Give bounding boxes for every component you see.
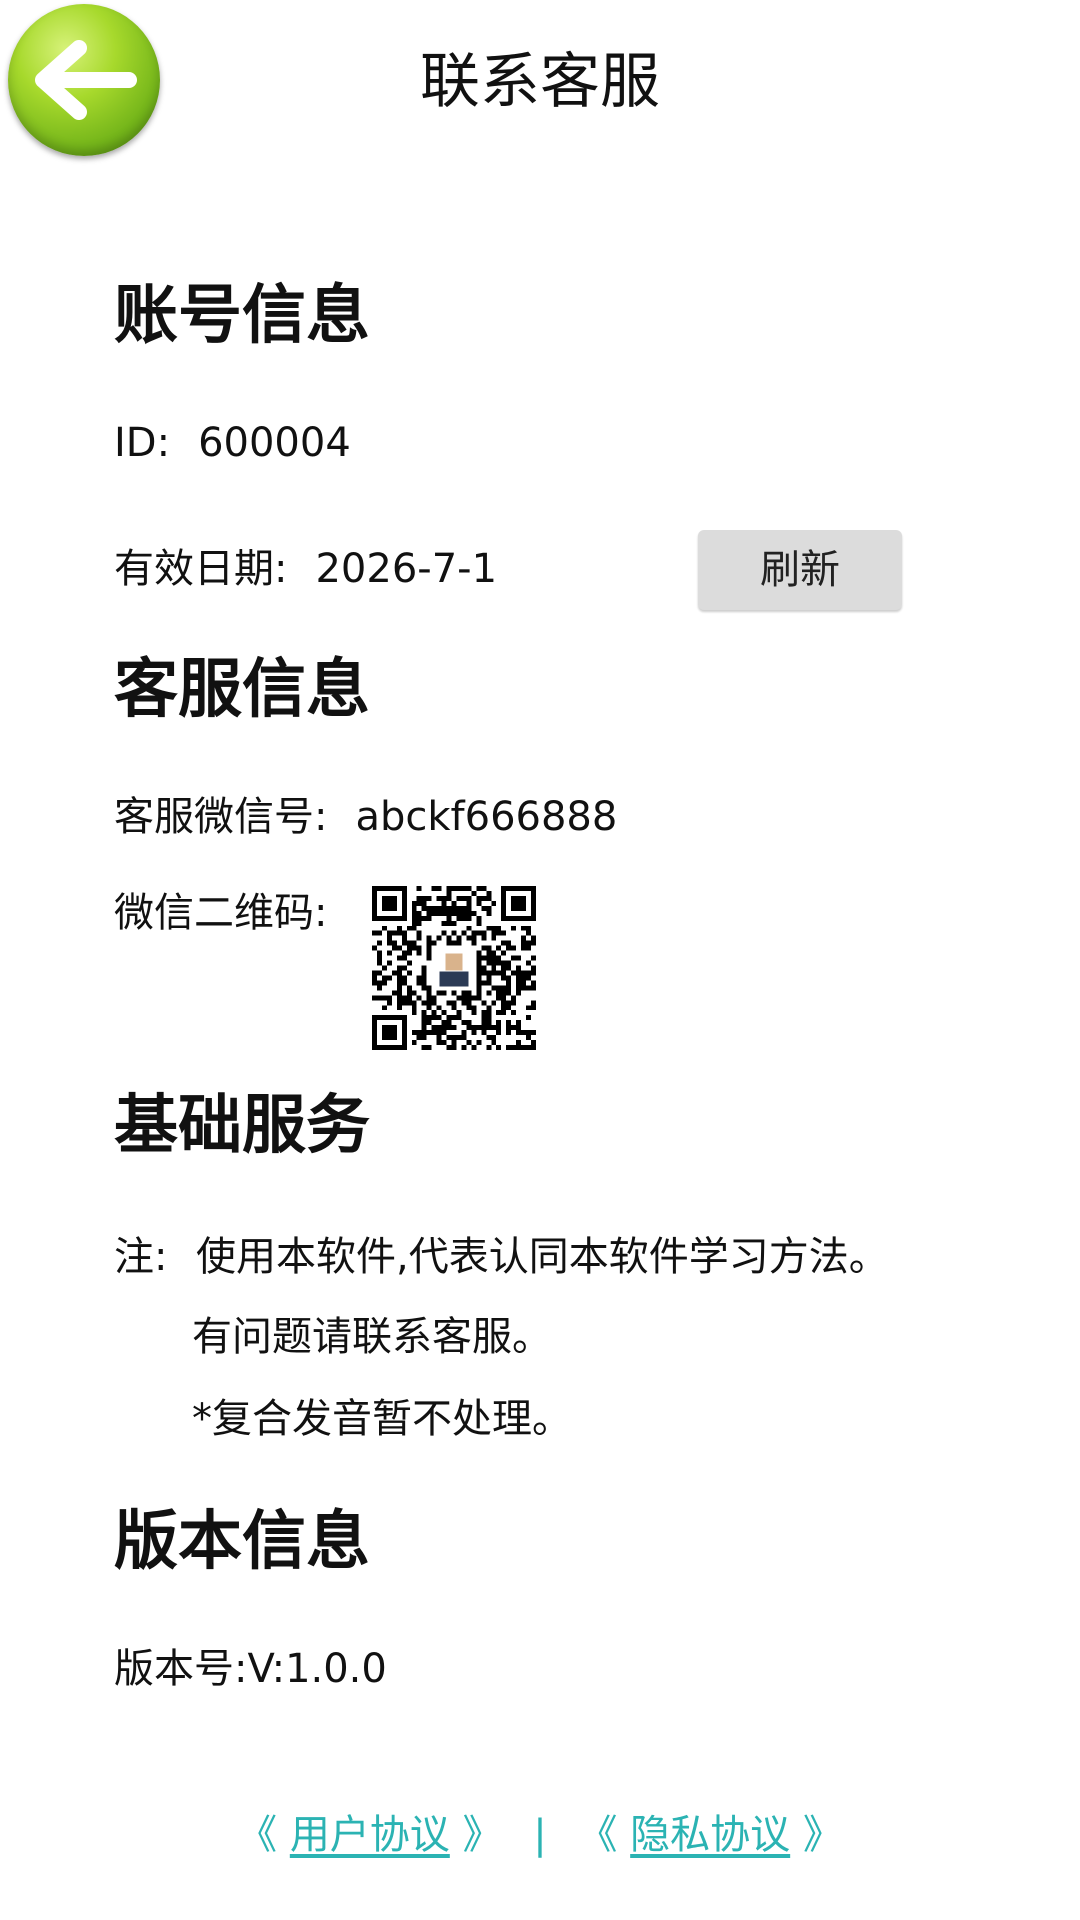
footer-separator: | [533,1812,547,1858]
note-line-2: 有问题请联系客服。 [192,1314,552,1360]
account-section-title: 账号信息 [114,279,370,353]
user-agreement-close: 》 [462,1812,503,1858]
qr-label: 微信二维码: [114,890,328,936]
note-line-3: *复合发音暂不处理。 [192,1396,572,1442]
expiry-value: 2026-7-1 [315,546,498,592]
account-id-row: ID: 600004 [114,418,351,468]
wechat-row: 客服微信号: abckf666888 [114,792,617,842]
service-section-title: 客服信息 [114,653,370,727]
wechat-value: abckf666888 [355,794,618,840]
version-section-title: 版本信息 [114,1505,370,1579]
basic-section-title: 基础服务 [114,1089,370,1163]
account-id-value: 600004 [198,420,351,466]
expiry-row: 有效日期: 2026-7-1 [114,544,497,594]
refresh-button[interactable]: 刷新 [698,530,902,610]
privacy-agreement-open: 《 [577,1812,618,1858]
version-label: 版本号: [114,1646,248,1692]
expiry-label: 有效日期: [114,546,288,592]
page-title: 联系客服 [420,47,660,117]
version-row: 版本号:V:1.0.0 [114,1644,387,1694]
note-prefix: 注: [114,1234,168,1280]
footer-links: 《 用户协议 》 | 《 隐私协议 》 [0,1810,1080,1860]
privacy-agreement-link[interactable]: 隐私协议 [630,1812,790,1858]
account-id-label: ID: [114,420,171,466]
wechat-label: 客服微信号: [114,794,328,840]
wechat-qr-code [372,886,536,1050]
note-line-1: 使用本软件,代表认同本软件学习方法。 [196,1234,889,1280]
user-agreement-open: 《 [237,1812,278,1858]
user-agreement-link[interactable]: 用户协议 [290,1812,450,1858]
privacy-agreement-close: 》 [802,1812,843,1858]
version-value: V:1.0.0 [247,1646,387,1692]
